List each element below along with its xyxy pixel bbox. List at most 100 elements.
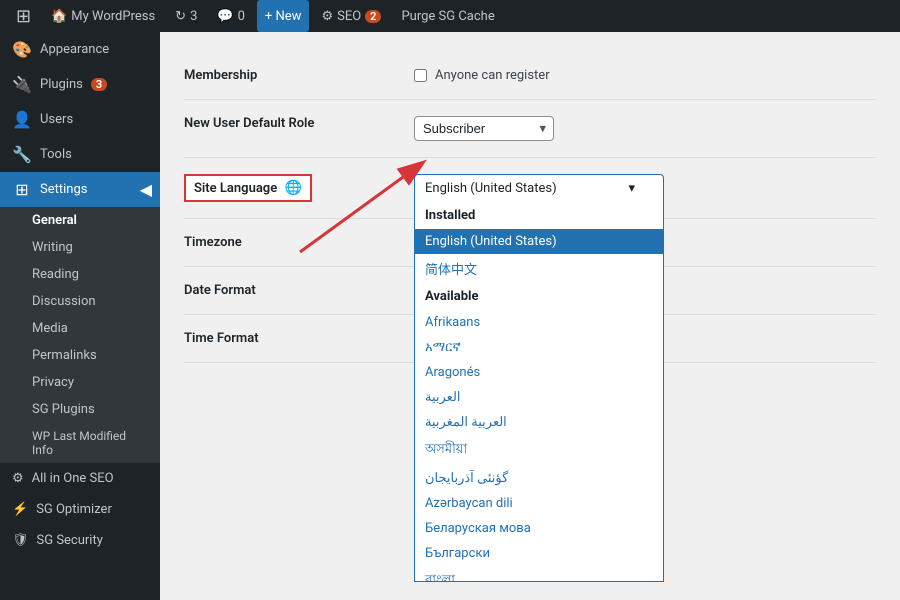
default-role-label: New User Default Role (184, 100, 404, 158)
site-language-label-text: Site Language (194, 181, 277, 196)
media-label: Media (32, 321, 68, 336)
sidebar-item-all-in-one-seo[interactable]: ⚙ All in One SEO (0, 463, 160, 494)
appearance-icon: 🎨 (12, 40, 32, 59)
lang-item-assamese[interactable]: অসমীয়া (415, 435, 663, 466)
sidebar-item-settings[interactable]: ⊞ Settings ◀ (0, 172, 160, 207)
lang-item-amharic[interactable]: አማርኛ (415, 335, 663, 360)
time-format-label: Time Format (184, 315, 404, 363)
sidebar-submenu-reading[interactable]: Reading (0, 261, 160, 288)
lang-item-azerbaijani[interactable]: Azərbaycan dili (415, 491, 663, 516)
plugins-badge: 3 (91, 78, 107, 91)
sidebar-submenu-sg-plugins[interactable]: SG Plugins (0, 396, 160, 423)
sidebar-item-plugins[interactable]: 🔌 Plugins 3 (0, 67, 160, 102)
dropdown-chevron-icon: ▾ (628, 181, 635, 196)
aio-seo-label: All in One SEO (32, 471, 114, 486)
new-item[interactable]: + New (257, 0, 310, 32)
settings-arrow-icon: ◀ (140, 180, 152, 199)
sidebar-item-users[interactable]: 👤 Users (0, 102, 160, 137)
site-language-highlight-box: Site Language 🌐 (184, 174, 312, 202)
general-label: General (32, 213, 77, 228)
sg-optimizer-label: SG Optimizer (36, 502, 112, 517)
selected-language-text: English (United States) (425, 181, 557, 196)
comments-item[interactable]: 💬 0 (209, 0, 253, 32)
sidebar-submenu-permalinks[interactable]: Permalinks (0, 342, 160, 369)
timezone-label: Timezone (184, 219, 404, 267)
sg-optimizer-icon: ⚡ (12, 502, 28, 517)
sg-plugins-label: SG Plugins (32, 402, 95, 417)
site-language-globe-icon: 🌐 (284, 180, 301, 196)
purge-label: Purge SG Cache (401, 9, 494, 24)
sidebar-item-sg-security[interactable]: 🛡 SG Security (0, 525, 160, 556)
site-name-item[interactable]: 🏠 My WordPress (43, 0, 163, 32)
lang-item-aragones[interactable]: Aragonés (415, 360, 663, 385)
site-language-value: English (United States) ▾ Installed Engl… (404, 158, 876, 219)
reading-label: Reading (32, 267, 79, 282)
site-name: My WordPress (71, 9, 155, 24)
admin-bar: ⊞ 🏠 My WordPress ↻ 3 💬 0 + New ⚙ SEO 2 P… (0, 0, 900, 32)
sidebar-item-label: Plugins (40, 77, 83, 92)
sidebar-item-label: Tools (40, 147, 72, 162)
available-group-header: Available (415, 283, 663, 310)
seo-label: SEO (337, 9, 361, 24)
sidebar-submenu-media[interactable]: Media (0, 315, 160, 342)
seo-item[interactable]: ⚙ SEO 2 (313, 0, 389, 32)
home-icon: 🏠 (51, 9, 67, 24)
sidebar-submenu-general[interactable]: General (0, 207, 160, 234)
settings-submenu: General Writing Reading Discussion Media… (0, 207, 160, 463)
new-label: + New (265, 9, 302, 24)
users-icon: 👤 (12, 110, 32, 129)
wp-last-modified-label: WP Last Modified Info (32, 429, 148, 457)
tools-icon: 🔧 (12, 145, 32, 164)
language-select-trigger[interactable]: English (United States) ▾ (414, 174, 664, 202)
lang-item-arabic[interactable]: العربية (415, 385, 663, 410)
purge-cache-item[interactable]: Purge SG Cache (393, 0, 502, 32)
language-dropdown-list[interactable]: Installed English (United States) 简体中文 A… (414, 202, 664, 582)
aio-seo-icon: ⚙ (12, 471, 24, 486)
date-format-label: Date Format (184, 267, 404, 315)
sidebar-submenu-privacy[interactable]: Privacy (0, 369, 160, 396)
sidebar-item-label: Settings (40, 182, 87, 197)
wp-logo-item[interactable]: ⊞ (8, 0, 39, 32)
sidebar-item-appearance[interactable]: 🎨 Appearance (0, 32, 160, 67)
default-role-select-wrapper: Subscriber Contributor Author Editor Adm… (414, 116, 554, 141)
permalinks-label: Permalinks (32, 348, 97, 363)
sidebar-item-sg-optimizer[interactable]: ⚡ SG Optimizer (0, 494, 160, 525)
discussion-label: Discussion (32, 294, 96, 309)
lang-item-azerbaijani-south[interactable]: گؤنئی آذربایجان (415, 466, 663, 491)
main-layout: 🎨 Appearance 🔌 Plugins 3 👤 Users 🔧 Tools… (0, 32, 900, 600)
content-area: Membership Anyone can register New User … (160, 32, 900, 600)
default-role-value: Subscriber Contributor Author Editor Adm… (404, 100, 876, 158)
sidebar-submenu-wp-last-modified[interactable]: WP Last Modified Info (0, 423, 160, 463)
sidebar-item-label: Users (40, 112, 73, 127)
privacy-label: Privacy (32, 375, 74, 390)
settings-table: Membership Anyone can register New User … (184, 52, 876, 363)
plugins-icon: 🔌 (12, 75, 32, 94)
seo-icon: ⚙ (321, 9, 333, 24)
writing-label: Writing (32, 240, 73, 255)
lang-item-en-us[interactable]: English (United States) (415, 229, 663, 254)
seo-badge: 2 (365, 10, 381, 23)
site-language-row: Site Language 🌐 English (United States) … (184, 158, 876, 219)
updates-count: 3 (190, 9, 197, 24)
sg-security-icon: 🛡 (12, 533, 29, 548)
lang-item-bulgarian[interactable]: Български (415, 541, 663, 566)
sg-security-label: SG Security (37, 533, 103, 548)
sidebar-submenu-discussion[interactable]: Discussion (0, 288, 160, 315)
lang-item-afrikaans[interactable]: Afrikaans (415, 310, 663, 335)
membership-checkbox[interactable] (414, 69, 427, 82)
lang-item-bengali[interactable]: বাংলা (415, 566, 663, 582)
lang-item-arabic-moroccan[interactable]: العربية المغربية (415, 410, 663, 435)
default-role-select[interactable]: Subscriber Contributor Author Editor Adm… (414, 116, 554, 141)
comments-count: 0 (238, 9, 245, 24)
lang-item-belarusian[interactable]: Беларуская мова (415, 516, 663, 541)
updates-icon: ↻ (175, 9, 186, 24)
membership-value: Anyone can register (404, 52, 876, 100)
installed-group-header: Installed (415, 202, 663, 229)
sidebar-submenu-writing[interactable]: Writing (0, 234, 160, 261)
comment-icon: 💬 (217, 9, 233, 24)
membership-label: Membership (184, 52, 404, 100)
lang-item-zh-cn[interactable]: 简体中文 (415, 254, 663, 283)
sidebar-item-tools[interactable]: 🔧 Tools (0, 137, 160, 172)
updates-item[interactable]: ↻ 3 (167, 0, 205, 32)
membership-checkbox-label: Anyone can register (435, 68, 550, 83)
